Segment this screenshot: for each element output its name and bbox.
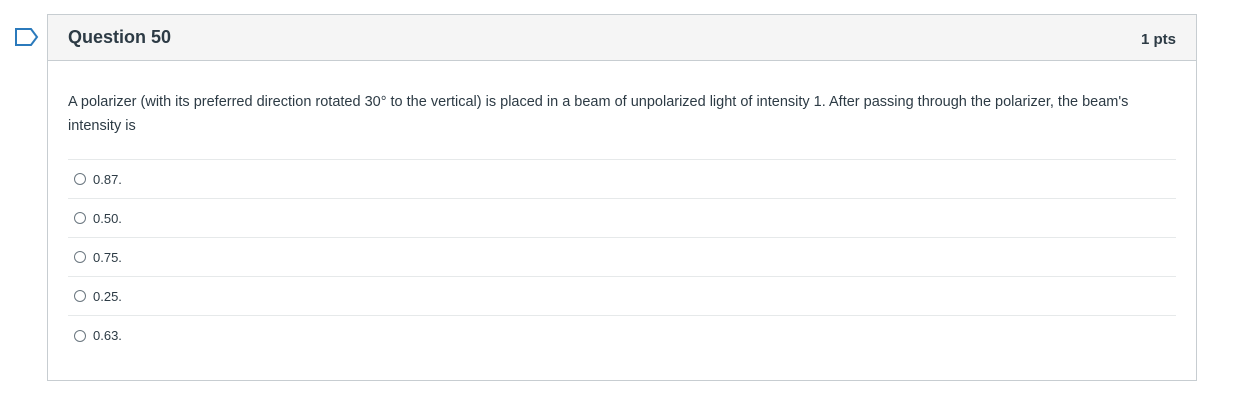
answer-label[interactable]: 0.87. [93, 172, 122, 187]
answer-label[interactable]: 0.63. [93, 328, 122, 343]
question-title: Question 50 [68, 27, 172, 47]
answer-option[interactable]: 0.50. [68, 199, 1176, 238]
question-header: Question 50 1 pts [48, 15, 1196, 61]
radio-button[interactable] [74, 329, 86, 342]
radio-button[interactable] [74, 212, 86, 224]
answer-label[interactable]: 0.50. [93, 211, 122, 226]
answer-option[interactable]: 0.25. [68, 277, 1176, 316]
question-text: A polarizer (with its preferred directio… [68, 94, 1129, 134]
question-body: A polarizer (with its preferred directio… [48, 61, 1196, 355]
radio-button[interactable] [74, 290, 86, 302]
answer-option[interactable]: 0.87. [68, 160, 1176, 199]
answer-option[interactable]: 0.75. [68, 238, 1176, 277]
answer-list: 0.87. 0.50. 0.75. 0.25. 0.63. [68, 159, 1176, 355]
flag-question-icon[interactable] [14, 27, 40, 47]
answer-option[interactable]: 0.63. [68, 316, 1176, 355]
question-points: 1 pts [1140, 31, 1176, 48]
question-card: Question 50 1 pts A polarizer (with its … [47, 14, 1197, 381]
radio-button[interactable] [74, 173, 86, 185]
answer-label[interactable]: 0.75. [93, 250, 122, 265]
radio-button[interactable] [74, 251, 86, 263]
answer-label[interactable]: 0.25. [93, 289, 122, 304]
